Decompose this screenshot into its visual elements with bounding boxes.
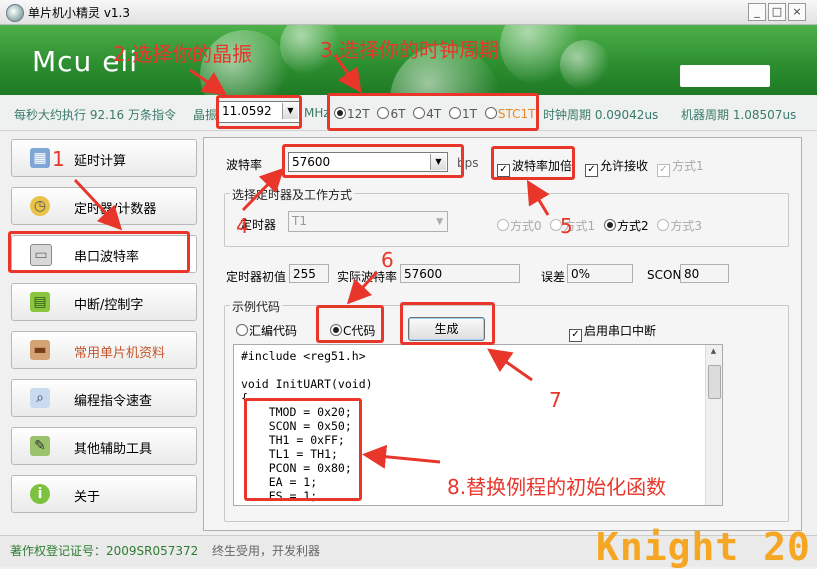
watermark-text: Knight 20 [596, 525, 811, 569]
arrow-1 [73, 178, 123, 231]
annotation-3: 3.选择你的时钟周期 [320, 38, 500, 62]
arrow-5 [526, 179, 550, 216]
annotation-1: 1 [52, 147, 65, 171]
annotation-arrows [73, 54, 550, 469]
arrow-2 [189, 68, 227, 96]
annotation-5: 5 [560, 214, 573, 238]
annotation-7: 7 [549, 388, 562, 412]
arrow-6 [346, 270, 379, 305]
annotation-2: 2.选择你的晶振 [113, 42, 253, 66]
annotation-8: 8.替换例程的初始化函数 [447, 475, 667, 499]
annotation-4: 4 [236, 214, 249, 238]
arrow-8 [362, 444, 441, 469]
arrow-4 [241, 167, 285, 212]
annotation-6: 6 [381, 248, 394, 272]
arrow-7 [487, 348, 533, 382]
